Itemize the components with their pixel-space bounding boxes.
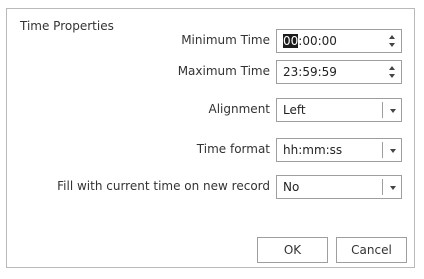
- minimum-time-rest: :00:00: [298, 34, 337, 48]
- chevron-down-icon[interactable]: [390, 186, 396, 190]
- chevron-down-icon[interactable]: [390, 149, 396, 153]
- fill-current-time-row: Fill with current time on new record No: [0, 175, 409, 199]
- chevron-down-icon[interactable]: [390, 109, 396, 113]
- spinner-down-icon[interactable]: [389, 43, 395, 47]
- fill-current-time-dropdown[interactable]: No: [276, 175, 402, 199]
- fill-current-time-label: Fill with current time on new record: [57, 179, 270, 193]
- minimum-time-row: Minimum Time 00:00:00: [0, 29, 409, 53]
- cancel-button[interactable]: Cancel: [336, 237, 407, 263]
- maximum-time-spinbox[interactable]: 23:59:59: [276, 60, 402, 84]
- dropdown-separator: [382, 142, 383, 158]
- maximum-time-value[interactable]: 23:59:59: [283, 65, 337, 79]
- minimum-time-spinbox[interactable]: 00:00:00: [276, 29, 402, 53]
- spinner-down-icon[interactable]: [389, 74, 395, 78]
- minimum-time-selected-segment[interactable]: 00: [283, 34, 299, 48]
- time-format-dropdown[interactable]: hh:mm:ss: [276, 138, 402, 162]
- time-format-row: Time format hh:mm:ss: [0, 138, 409, 162]
- time-format-value[interactable]: hh:mm:ss: [283, 143, 342, 157]
- fill-current-time-value[interactable]: No: [283, 180, 299, 194]
- dropdown-separator: [382, 179, 383, 195]
- maximum-time-label: Maximum Time: [177, 64, 270, 78]
- alignment-value[interactable]: Left: [283, 103, 306, 117]
- alignment-label: Alignment: [208, 102, 270, 116]
- time-format-label: Time format: [196, 142, 270, 156]
- maximum-time-spinner[interactable]: [388, 63, 398, 81]
- alignment-dropdown[interactable]: Left: [276, 98, 402, 122]
- minimum-time-label: Minimum Time: [181, 33, 270, 47]
- spinner-up-icon[interactable]: [389, 66, 395, 70]
- minimum-time-spinner[interactable]: [388, 32, 398, 50]
- alignment-row: Alignment Left: [0, 98, 409, 122]
- dropdown-separator: [382, 102, 383, 118]
- minimum-time-value[interactable]: 00:00:00: [283, 34, 337, 48]
- ok-button[interactable]: OK: [257, 237, 328, 263]
- spinner-up-icon[interactable]: [389, 35, 395, 39]
- maximum-time-row: Maximum Time 23:59:59: [0, 60, 409, 84]
